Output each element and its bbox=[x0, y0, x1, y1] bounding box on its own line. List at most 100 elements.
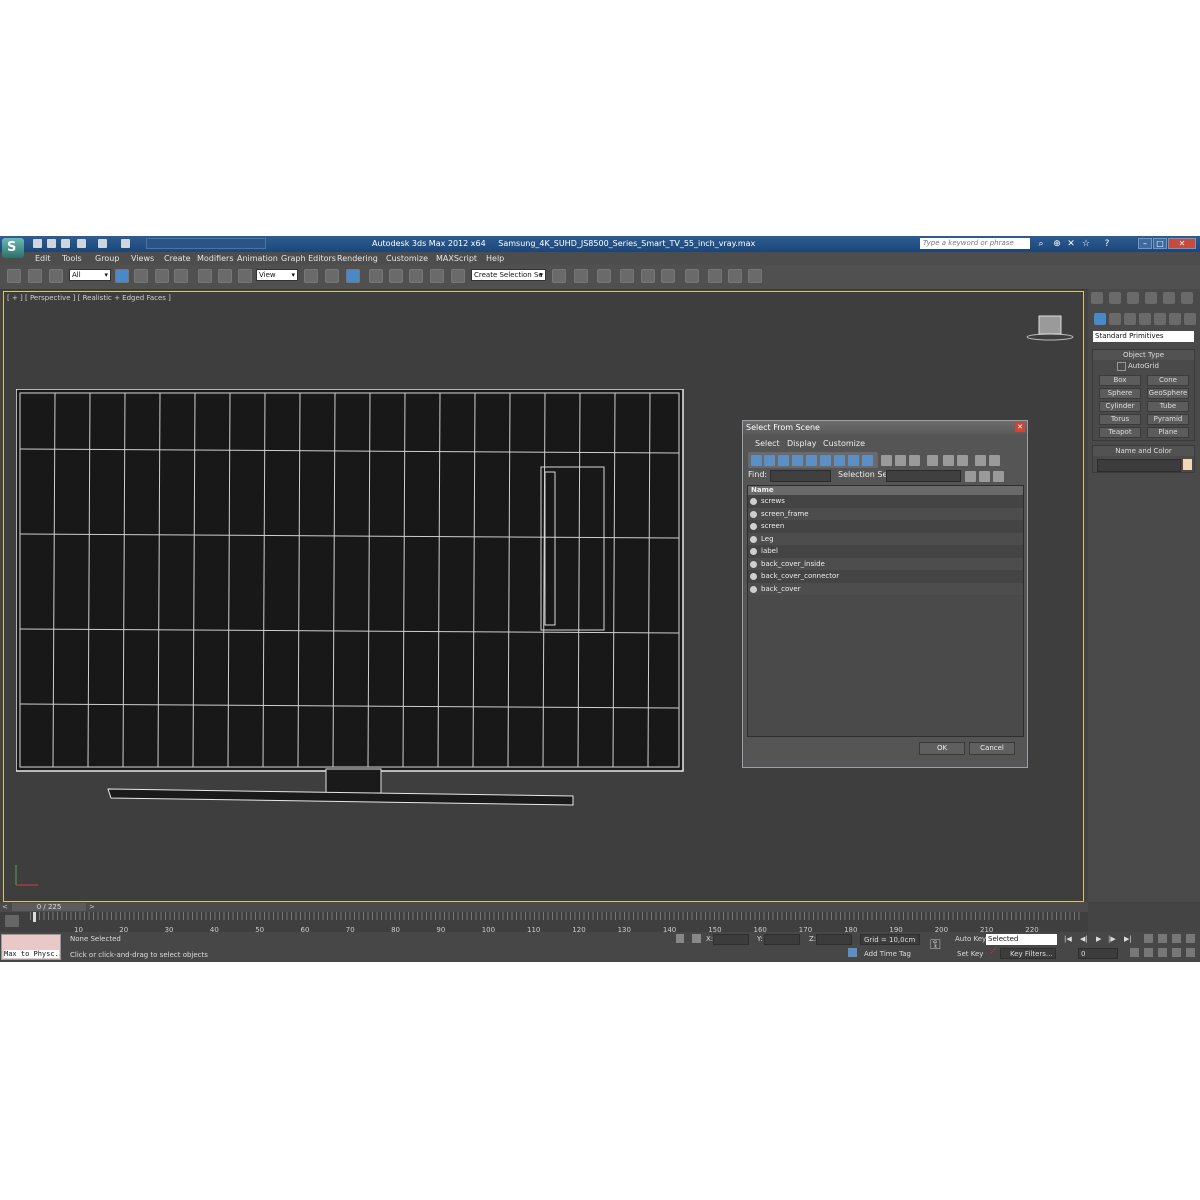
viewcube-icon[interactable] bbox=[1024, 312, 1076, 342]
display-bones-icon[interactable] bbox=[862, 455, 873, 466]
auto-key-button[interactable]: Auto Key bbox=[955, 935, 986, 943]
motion-tab-icon[interactable] bbox=[1145, 292, 1157, 304]
zoom-region-icon[interactable] bbox=[1144, 948, 1153, 957]
viewport-label[interactable]: [ + ] [ Perspective ] [ Realistic + Edge… bbox=[7, 294, 171, 302]
primitive-category-dropdown[interactable]: Standard Primitives bbox=[1093, 331, 1194, 342]
list-item[interactable]: Leg bbox=[748, 532, 1023, 545]
track-bar[interactable]: 10 20 30 40 50 60 70 80 90 100 110 120 130 140 150 160 1… bbox=[0, 912, 1088, 934]
key-tangent-icon[interactable]: ⟋ bbox=[990, 946, 997, 957]
window-crossing-icon[interactable] bbox=[174, 269, 188, 283]
object-name-field[interactable] bbox=[1097, 459, 1181, 472]
new-file-icon[interactable] bbox=[33, 239, 42, 248]
geometry-icon[interactable] bbox=[1094, 313, 1106, 325]
menu-edit[interactable]: Edit bbox=[35, 254, 51, 263]
render-production-icon[interactable] bbox=[748, 269, 762, 283]
dialog-title-bar[interactable]: Select From Scene ✕ bbox=[743, 421, 1027, 434]
time-tag-icon[interactable] bbox=[848, 948, 857, 957]
selection-set-dropdown[interactable] bbox=[886, 470, 961, 482]
list-item[interactable]: back_cover bbox=[748, 582, 1023, 595]
dialog-menu-select[interactable]: Select bbox=[755, 439, 780, 448]
selection-set-add-icon[interactable] bbox=[965, 471, 976, 482]
display-none-icon[interactable] bbox=[895, 455, 906, 466]
ok-button[interactable]: OK bbox=[919, 742, 965, 755]
select-all-icon[interactable] bbox=[927, 455, 938, 466]
object-type-title[interactable]: Object Type bbox=[1093, 350, 1194, 360]
menu-modifiers[interactable]: Modifiers bbox=[197, 254, 234, 263]
favorites-star-icon[interactable]: ☆ bbox=[1081, 239, 1091, 249]
previous-frame-icon[interactable]: ◀| bbox=[1080, 935, 1088, 943]
rendered-frame-window-icon[interactable] bbox=[728, 269, 742, 283]
workspace-dropdown[interactable] bbox=[146, 238, 266, 249]
space-warps-icon[interactable] bbox=[1169, 313, 1181, 325]
select-by-name-icon[interactable] bbox=[134, 269, 148, 283]
modify-tab-icon[interactable] bbox=[1109, 292, 1121, 304]
display-shapes-icon[interactable] bbox=[764, 455, 775, 466]
display-all-icon[interactable] bbox=[881, 455, 892, 466]
select-and-rotate-icon[interactable] bbox=[218, 269, 232, 283]
dialog-menu-display[interactable]: Display bbox=[787, 439, 817, 448]
systems-icon[interactable] bbox=[1184, 313, 1196, 325]
key-filters-text[interactable]: Key Filters... bbox=[1010, 950, 1053, 958]
redo-icon[interactable] bbox=[98, 239, 107, 248]
layer-manager-icon[interactable] bbox=[597, 269, 611, 283]
minimize-button[interactable]: – bbox=[1138, 238, 1152, 249]
current-frame-field[interactable]: 0 bbox=[1078, 948, 1118, 959]
goto-end-icon[interactable]: ▶| bbox=[1124, 935, 1132, 943]
bind-space-warp-icon[interactable] bbox=[49, 269, 63, 283]
column-header-name[interactable]: Name bbox=[748, 486, 1023, 495]
maxscript-listener[interactable]: Max to Physc. bbox=[1, 934, 61, 960]
keyboard-shortcut-override-icon[interactable] bbox=[346, 269, 360, 283]
display-space-warps-icon[interactable] bbox=[820, 455, 831, 466]
maxscript-listener-text[interactable]: Max to Physc. bbox=[4, 950, 59, 958]
create-tab-icon[interactable] bbox=[1091, 292, 1103, 304]
dialog-menu-customize[interactable]: Customize bbox=[823, 439, 865, 448]
help-icon[interactable]: ? bbox=[1102, 239, 1112, 249]
object-color-swatch[interactable] bbox=[1183, 459, 1192, 470]
time-slider-next-icon[interactable]: > bbox=[89, 903, 97, 911]
menu-views[interactable]: Views bbox=[131, 254, 154, 263]
hierarchy-tab-icon[interactable] bbox=[1127, 292, 1139, 304]
menu-animation[interactable]: Animation bbox=[237, 254, 278, 263]
scene-object-list[interactable]: Name screws screen_frame screen Leg labe… bbox=[747, 485, 1024, 737]
menu-tools[interactable]: Tools bbox=[62, 254, 82, 263]
name-and-color-title[interactable]: Name and Color bbox=[1093, 446, 1194, 456]
display-groups-icon[interactable] bbox=[834, 455, 845, 466]
mini-curve-editor-icon[interactable] bbox=[5, 915, 19, 927]
cylinder-button[interactable]: Cylinder bbox=[1099, 401, 1141, 412]
menu-graph-editors[interactable]: Graph Editors bbox=[281, 254, 336, 263]
sphere-button[interactable]: Sphere bbox=[1099, 388, 1141, 399]
graphite-ribbon-icon[interactable] bbox=[620, 269, 634, 283]
communication-icon[interactable]: ✕ bbox=[1066, 239, 1076, 249]
y-coordinate-field[interactable] bbox=[764, 934, 800, 945]
cameras-icon[interactable] bbox=[1139, 313, 1151, 325]
save-file-icon[interactable] bbox=[61, 239, 70, 248]
rectangular-selection-icon[interactable] bbox=[155, 269, 169, 283]
current-frame-text[interactable]: 0 bbox=[1081, 950, 1085, 958]
x-coordinate-field[interactable] bbox=[713, 934, 749, 945]
selection-lock-icon[interactable] bbox=[676, 934, 684, 943]
play-icon[interactable]: ▶ bbox=[1096, 935, 1101, 943]
filter-options-icon[interactable] bbox=[989, 455, 1000, 466]
z-coordinate-field[interactable] bbox=[816, 934, 852, 945]
app-logo-icon[interactable]: S bbox=[2, 238, 24, 258]
autogrid-checkbox[interactable] bbox=[1117, 362, 1126, 371]
edit-named-selection-icon[interactable] bbox=[451, 269, 465, 283]
dialog-close-icon[interactable]: ✕ bbox=[1015, 422, 1025, 432]
goto-start-icon[interactable]: |◀ bbox=[1064, 935, 1072, 943]
mirror-icon[interactable] bbox=[552, 269, 566, 283]
open-file-icon[interactable] bbox=[47, 239, 56, 248]
zoom-icon[interactable] bbox=[1144, 934, 1153, 943]
menu-create[interactable]: Create bbox=[164, 254, 191, 263]
select-and-move-icon[interactable] bbox=[198, 269, 212, 283]
selection-set-edit-icon[interactable] bbox=[979, 471, 990, 482]
select-and-scale-icon[interactable] bbox=[238, 269, 252, 283]
helpers-icon[interactable] bbox=[1154, 313, 1166, 325]
plane-button[interactable]: Plane bbox=[1147, 427, 1189, 438]
set-key-button[interactable]: Set Key bbox=[957, 950, 983, 958]
menu-customize[interactable]: Customize bbox=[386, 254, 428, 263]
utilities-tab-icon[interactable] bbox=[1181, 292, 1193, 304]
frame-counter[interactable]: 0 / 225 bbox=[12, 903, 86, 911]
snaps-toggle-icon[interactable] bbox=[369, 269, 383, 283]
selection-set-remove-icon[interactable] bbox=[993, 471, 1004, 482]
maximize-viewport-icon[interactable] bbox=[1186, 948, 1195, 957]
